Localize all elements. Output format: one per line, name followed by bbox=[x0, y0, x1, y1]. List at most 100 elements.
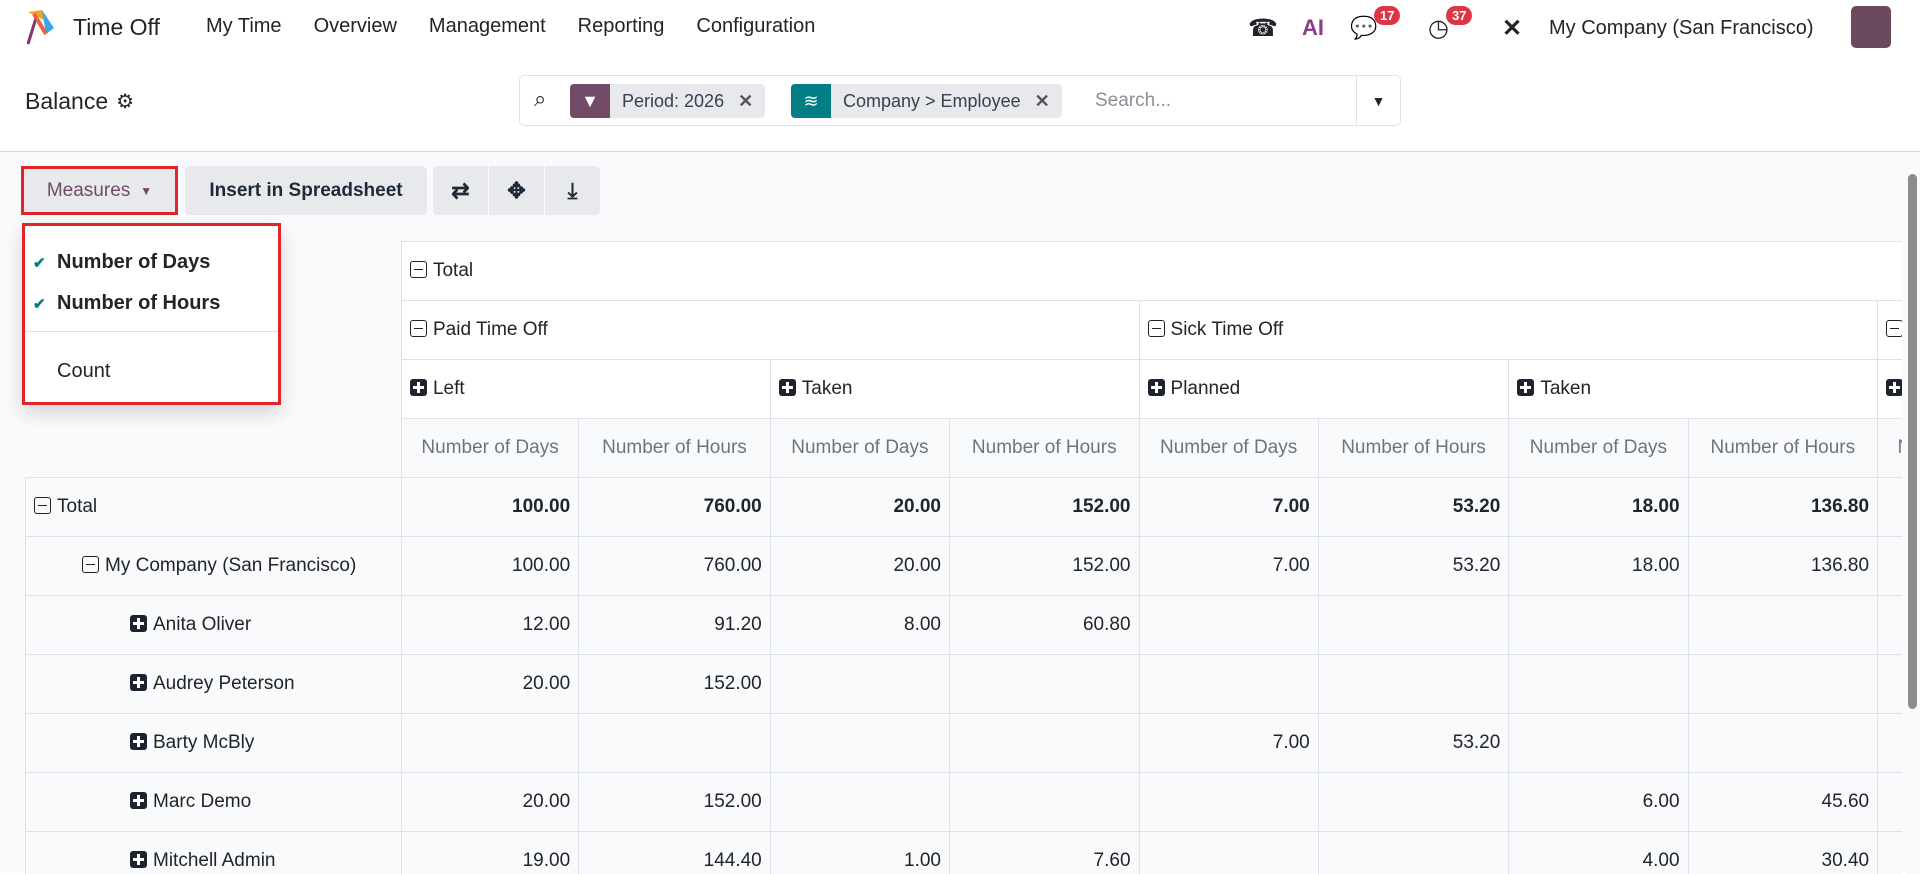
insert-spreadsheet-button[interactable]: Insert in Spreadsheet bbox=[185, 166, 427, 215]
value-cell[interactable]: 8.00 bbox=[770, 596, 949, 655]
header-subgroup[interactable]: Planned bbox=[1139, 360, 1509, 419]
value-cell[interactable]: 760.00 bbox=[579, 478, 771, 537]
value-cell[interactable]: 144.40 bbox=[579, 832, 771, 874]
value-cell[interactable] bbox=[1878, 478, 1902, 537]
value-cell[interactable] bbox=[1688, 655, 1878, 714]
row-header[interactable]: Barty McBly bbox=[26, 714, 402, 773]
scrollbar-thumb[interactable] bbox=[1908, 174, 1917, 709]
vertical-scrollbar[interactable] bbox=[1905, 152, 1920, 874]
download-button[interactable]: ⤓ bbox=[545, 166, 600, 215]
user-avatar[interactable] bbox=[1851, 6, 1891, 48]
header-group[interactable]: Sick Time Off bbox=[1139, 301, 1878, 360]
app-title[interactable]: Time Off bbox=[73, 14, 160, 41]
value-cell[interactable]: 136.80 bbox=[1688, 537, 1878, 596]
value-cell[interactable]: 20.00 bbox=[770, 478, 949, 537]
value-cell[interactable] bbox=[1139, 832, 1318, 874]
value-cell[interactable] bbox=[1878, 596, 1902, 655]
value-cell[interactable]: 152.00 bbox=[949, 537, 1139, 596]
header-subgroup[interactable]: Left bbox=[401, 360, 770, 419]
value-cell[interactable]: 18.00 bbox=[1509, 478, 1688, 537]
value-cell[interactable] bbox=[579, 714, 771, 773]
measure-header[interactable]: Number of Days bbox=[1509, 419, 1688, 478]
activities-button[interactable]: ◷37 bbox=[1428, 10, 1488, 46]
value-cell[interactable] bbox=[1318, 832, 1509, 874]
value-cell[interactable]: 53.20 bbox=[1318, 714, 1509, 773]
value-cell[interactable] bbox=[1878, 832, 1902, 874]
measure-number-of-hours[interactable]: ✔Number of Hours bbox=[25, 292, 278, 315]
value-cell[interactable] bbox=[1878, 537, 1902, 596]
value-cell[interactable]: 53.20 bbox=[1318, 478, 1509, 537]
value-cell[interactable] bbox=[1688, 596, 1878, 655]
value-cell[interactable] bbox=[949, 773, 1139, 832]
company-switcher[interactable]: My Company (San Francisco) bbox=[1549, 10, 1814, 46]
measures-button[interactable]: Measures▼ bbox=[21, 166, 178, 215]
value-cell[interactable]: 18.00 bbox=[1509, 537, 1688, 596]
header-group[interactable]: Com bbox=[1878, 301, 1902, 360]
value-cell[interactable] bbox=[1139, 655, 1318, 714]
expand-all-button[interactable]: ✥ bbox=[489, 166, 544, 215]
value-cell[interactable]: 91.20 bbox=[579, 596, 771, 655]
header-group[interactable]: Paid Time Off bbox=[401, 301, 1139, 360]
row-header[interactable]: Marc Demo bbox=[26, 773, 402, 832]
value-cell[interactable]: 20.00 bbox=[401, 655, 578, 714]
flip-axis-button[interactable]: ⇄ bbox=[433, 166, 488, 215]
value-cell[interactable]: 7.60 bbox=[949, 832, 1139, 874]
measure-count[interactable]: Count bbox=[25, 360, 278, 383]
value-cell[interactable] bbox=[1509, 596, 1688, 655]
value-cell[interactable]: 1.00 bbox=[770, 832, 949, 874]
value-cell[interactable] bbox=[770, 773, 949, 832]
value-cell[interactable] bbox=[1688, 714, 1878, 773]
header-subgroup[interactable]: Taken bbox=[1509, 360, 1878, 419]
value-cell[interactable]: 760.00 bbox=[579, 537, 771, 596]
measure-header[interactable]: Number of Hours bbox=[949, 419, 1139, 478]
value-cell[interactable] bbox=[1318, 655, 1509, 714]
value-cell[interactable]: 7.00 bbox=[1139, 478, 1318, 537]
row-header[interactable]: Audrey Peterson bbox=[26, 655, 402, 714]
value-cell[interactable]: 100.00 bbox=[401, 537, 578, 596]
value-cell[interactable] bbox=[1139, 596, 1318, 655]
measure-header[interactable]: Number of Days bbox=[1878, 419, 1902, 478]
header-subgroup[interactable]: Taken bbox=[770, 360, 1139, 419]
value-cell[interactable]: 53.20 bbox=[1318, 537, 1509, 596]
gear-icon[interactable]: ⚙ bbox=[116, 89, 134, 114]
value-cell[interactable] bbox=[770, 655, 949, 714]
value-cell[interactable]: 152.00 bbox=[949, 478, 1139, 537]
value-cell[interactable]: 152.00 bbox=[579, 773, 771, 832]
measure-header[interactable]: Number of Days bbox=[1139, 419, 1318, 478]
value-cell[interactable] bbox=[1878, 773, 1902, 832]
value-cell[interactable]: 12.00 bbox=[401, 596, 578, 655]
row-header[interactable]: My Company (San Francisco) bbox=[26, 537, 402, 596]
value-cell[interactable] bbox=[949, 714, 1139, 773]
header-subgroup[interactable]: Left bbox=[1878, 360, 1902, 419]
value-cell[interactable]: 20.00 bbox=[401, 773, 578, 832]
value-cell[interactable]: 7.00 bbox=[1139, 537, 1318, 596]
time-off-logo-icon[interactable] bbox=[24, 8, 58, 46]
row-header[interactable]: Total bbox=[26, 478, 402, 537]
value-cell[interactable]: 4.00 bbox=[1509, 832, 1688, 874]
value-cell[interactable]: 30.40 bbox=[1688, 832, 1878, 874]
measure-header[interactable]: Number of Days bbox=[770, 419, 949, 478]
value-cell[interactable]: 152.00 bbox=[579, 655, 771, 714]
menu-overview[interactable]: Overview bbox=[314, 15, 397, 38]
value-cell[interactable]: 19.00 bbox=[401, 832, 578, 874]
measure-number-of-days[interactable]: ✔Number of Days bbox=[25, 251, 278, 274]
value-cell[interactable] bbox=[1318, 773, 1509, 832]
measure-header[interactable]: Number of Hours bbox=[1688, 419, 1878, 478]
measure-header[interactable]: Number of Hours bbox=[579, 419, 771, 478]
value-cell[interactable]: 20.00 bbox=[770, 537, 949, 596]
menu-configuration[interactable]: Configuration bbox=[696, 15, 815, 38]
header-total[interactable]: Total bbox=[401, 242, 1902, 301]
remove-facet-icon[interactable]: ✕ bbox=[738, 91, 753, 112]
search-input[interactable] bbox=[1095, 86, 1360, 116]
menu-my-time[interactable]: My Time bbox=[206, 15, 282, 38]
value-cell[interactable]: 6.00 bbox=[1509, 773, 1688, 832]
measure-header[interactable]: Number of Hours bbox=[1318, 419, 1509, 478]
value-cell[interactable]: 7.00 bbox=[1139, 714, 1318, 773]
value-cell[interactable] bbox=[1318, 596, 1509, 655]
value-cell[interactable]: 100.00 bbox=[401, 478, 578, 537]
value-cell[interactable] bbox=[770, 714, 949, 773]
tools-icon[interactable]: ✕ bbox=[1502, 10, 1522, 46]
menu-management[interactable]: Management bbox=[429, 15, 546, 38]
value-cell[interactable] bbox=[1878, 655, 1902, 714]
row-header[interactable]: Mitchell Admin bbox=[26, 832, 402, 874]
